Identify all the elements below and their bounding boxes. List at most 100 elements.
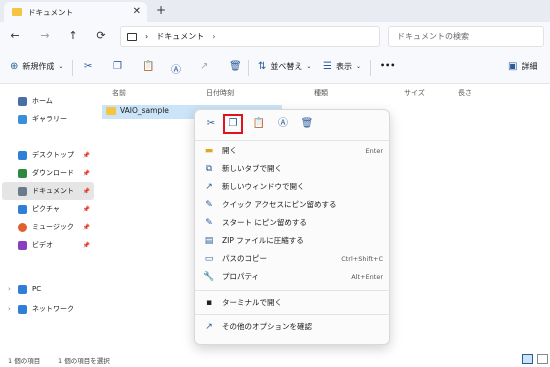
new-button[interactable]: ⊕ 新規作成 ⌄ [10, 61, 63, 72]
menu-item-pin-quick-access[interactable]: ✎ クイック アクセスにピン留めする [195, 196, 391, 213]
tab-title: ドキュメント [28, 7, 73, 17]
menu-item-open-new-window[interactable]: ↗ 新しいウィンドウで開く [195, 178, 391, 195]
close-tab-icon[interactable]: ✕ [133, 6, 141, 17]
chevron-right-icon[interactable]: › [8, 305, 11, 313]
column-header-date[interactable]: 日付時刻 [206, 88, 234, 98]
sidebar-item-home[interactable]: ホーム [2, 92, 94, 110]
sidebar-item-gallery[interactable]: ギャラリー [2, 110, 94, 128]
desktop-icon [18, 150, 27, 160]
sidebar-item-documents[interactable]: ドキュメント 📌 [2, 182, 94, 200]
copy-path-icon: ▭ [204, 253, 214, 264]
gallery-icon [18, 114, 27, 124]
copy-button[interactable]: ❐ [113, 61, 126, 72]
view-button[interactable]: ☰ 表示 ⌄ [323, 61, 361, 72]
title-bar: ドキュメント ✕ + [0, 0, 550, 22]
sidebar-item-videos[interactable]: ビデオ 📌 [2, 236, 94, 254]
up-button[interactable]: ↑ [66, 29, 80, 42]
back-button[interactable]: ← [8, 29, 22, 42]
menu-item-open-new-tab[interactable]: ⧉ 新しいタブで開く [195, 160, 391, 177]
address-bar: ← → ↑ ⟳ › ドキュメント › ドキュメントの検索 [0, 22, 550, 52]
chevron-icon: › [145, 32, 149, 41]
details-button[interactable]: ▣ 詳細 [508, 61, 537, 72]
sidebar-item-pictures[interactable]: ピクチャ 📌 [2, 200, 94, 218]
forward-button[interactable]: → [38, 29, 52, 42]
menu-item-label: 開く [222, 146, 237, 155]
copy-icon[interactable]: ❐ [223, 114, 243, 134]
breadcrumb-current[interactable]: ドキュメント [156, 31, 204, 42]
column-header-name[interactable]: 名前 [112, 88, 126, 98]
column-header-length[interactable]: 長さ [458, 88, 472, 98]
rename-button[interactable]: Ⓐ [171, 61, 185, 76]
sidebar-item-label: ダウンロード [32, 169, 74, 177]
search-placeholder: ドキュメントの検索 [397, 32, 469, 41]
column-header-size[interactable]: サイズ [404, 88, 425, 98]
menu-item-pin-start[interactable]: ✎ スタート にピン留めする [195, 214, 391, 231]
search-input[interactable]: ドキュメントの検索 [388, 26, 544, 47]
menu-item-label: ZIP ファイルに圧縮する [222, 236, 304, 245]
sort-button[interactable]: ⇅ 並べ替え ⌄ [258, 61, 311, 72]
sidebar-item-music[interactable]: ミュージック 📌 [2, 218, 94, 236]
network-icon [18, 304, 27, 314]
divider [72, 60, 73, 76]
table-row[interactable]: VAIO_sample [106, 106, 169, 115]
paste-button[interactable]: 📋 [142, 61, 158, 72]
command-bar: ⊕ 新規作成 ⌄ ✂ ❐ 📋 Ⓐ ↗ 🗑 ⇅ 並べ替え ⌄ ☰ 表示 ⌄ •••… [0, 52, 550, 84]
sidebar-item-label: ビデオ [32, 241, 53, 249]
new-label: 新規作成 [22, 62, 55, 71]
download-icon [18, 168, 27, 178]
more-options-icon: ↗ [205, 321, 213, 332]
rename-icon[interactable]: Ⓐ [275, 116, 291, 132]
trash-icon[interactable]: 🗑 [299, 116, 315, 132]
new-tab-icon: ⧉ [205, 163, 213, 174]
menu-item-label: ターミナルで開く [222, 298, 282, 307]
sidebar-item-pc[interactable]: › PC [2, 280, 94, 298]
new-window-icon: ↗ [205, 181, 213, 192]
menu-item-label: プロパティ [222, 272, 260, 281]
copy-icon: ❐ [113, 61, 122, 72]
cut-icon[interactable]: ✂ [203, 116, 219, 132]
address-field[interactable]: › ドキュメント › [120, 26, 380, 47]
divider [195, 314, 391, 315]
sidebar-item-desktop[interactable]: デスクトップ 📌 [2, 146, 94, 164]
file-name: VAIO_sample [120, 106, 169, 115]
chevron-right-icon[interactable]: › [8, 285, 11, 293]
sidebar-item-network[interactable]: › ネットワーク [2, 300, 94, 318]
menu-item-copy-path[interactable]: ▭ パスのコピー Ctrl+Shift+C [195, 250, 391, 267]
menu-item-label: 新しいタブで開く [222, 164, 282, 173]
cut-button[interactable]: ✂ [84, 61, 96, 72]
menu-item-compress-zip[interactable]: ▤ ZIP ファイルに圧縮する [195, 232, 391, 249]
column-header-type[interactable]: 種類 [314, 88, 328, 98]
menu-item-shortcut: Alt+Enter [351, 272, 383, 281]
sidebar-item-label: ミュージック [32, 223, 74, 231]
refresh-button[interactable]: ⟳ [94, 29, 108, 42]
sidebar-item-downloads[interactable]: ダウンロード 📌 [2, 164, 94, 182]
paste-icon[interactable]: 📋 [251, 116, 267, 132]
share-button[interactable]: ↗ [200, 61, 212, 72]
pictures-icon [18, 204, 27, 214]
sort-icon: ⇅ [258, 61, 267, 72]
chevron-down-icon: ⌄ [58, 63, 64, 70]
tab-documents[interactable]: ドキュメント ✕ [4, 2, 147, 22]
pin-icon: 📌 [82, 223, 90, 231]
more-button[interactable]: ••• [380, 61, 395, 70]
chevron-icon: › [212, 32, 216, 41]
details-view-button[interactable] [522, 354, 533, 364]
menu-item-open[interactable]: ▬ 開く Enter [195, 142, 391, 159]
divider [195, 290, 391, 291]
menu-item-shortcut: Enter [365, 146, 383, 155]
cut-icon: ✂ [84, 61, 93, 72]
delete-button[interactable]: 🗑 [229, 61, 246, 72]
new-tab-button[interactable]: + [156, 3, 166, 17]
menu-item-label: その他のオプションを確認 [222, 322, 312, 331]
sidebar-item-label: ネットワーク [32, 305, 74, 313]
selected-count: 1 個の項目を選択 [58, 357, 110, 365]
menu-item-open-terminal[interactable]: ▪ ターミナルで開く [195, 294, 391, 311]
rename-icon: Ⓐ [171, 65, 181, 76]
menu-item-properties[interactable]: 🔧 プロパティ Alt+Enter [195, 268, 391, 285]
menu-item-more-options[interactable]: ↗ その他のオプションを確認 [195, 318, 391, 335]
menu-item-shortcut: Ctrl+Shift+C [341, 254, 383, 263]
view-label: 表示 [335, 62, 352, 71]
tiles-view-button[interactable] [537, 354, 548, 364]
sidebar-item-label: デスクトップ [32, 151, 74, 159]
menu-item-label: スタート にピン留めする [222, 218, 307, 227]
